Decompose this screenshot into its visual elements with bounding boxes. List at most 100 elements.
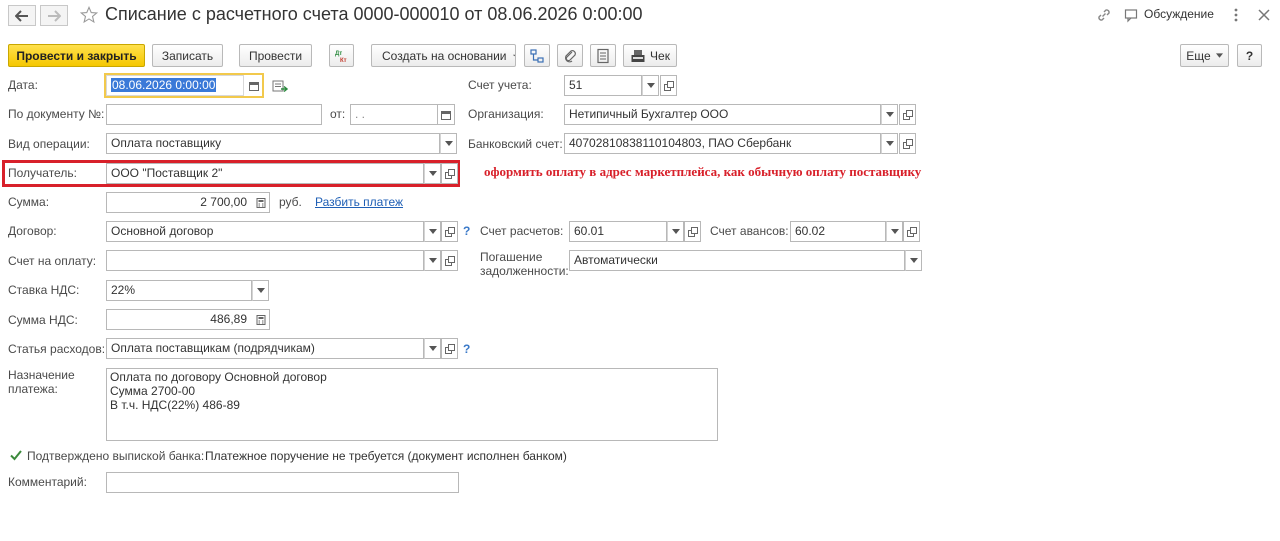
purpose-label-line2: платежа: — [8, 382, 58, 396]
contract-help-icon[interactable]: ? — [463, 224, 470, 238]
doc-from-field[interactable]: . . — [350, 104, 438, 125]
annotation-note: оформить оплату в адрес маркетплейса, ка… — [484, 164, 922, 179]
chevron-down-icon — [428, 229, 437, 234]
account-open-button[interactable] — [660, 75, 677, 96]
advance-account-dropdown[interactable] — [886, 221, 903, 242]
dt-kt-button[interactable]: Дт Кт — [329, 44, 354, 67]
attachments-button[interactable] — [557, 44, 583, 67]
doc-from-calendar-button[interactable] — [438, 104, 455, 125]
vat-amount-label: Сумма НДС: — [8, 313, 78, 327]
comment-field[interactable] — [106, 472, 459, 493]
star-icon[interactable] — [80, 6, 98, 24]
link-icon[interactable] — [1096, 7, 1112, 23]
recipient-label: Получатель: — [8, 166, 77, 180]
create-based-on-button[interactable]: Создать на основании — [371, 44, 516, 67]
expense-item-field[interactable]: Оплата поставщикам (подрядчикам) — [106, 338, 424, 359]
print-button[interactable] — [590, 44, 616, 67]
checkmark-icon[interactable] — [9, 448, 23, 462]
account-field[interactable]: 51 — [564, 75, 642, 96]
amount-field[interactable]: 2 700,00 — [106, 192, 270, 213]
settlement-account-open-button[interactable] — [684, 221, 701, 242]
calculator-button[interactable] — [252, 192, 269, 213]
bank-account-open-button[interactable] — [899, 133, 916, 154]
debt-repayment-label-line2: задолженности: — [480, 264, 569, 278]
structure-button[interactable] — [524, 44, 550, 67]
open-window-icon — [902, 138, 913, 149]
chevron-down-icon — [909, 258, 918, 263]
debt-repayment-dropdown[interactable] — [905, 250, 922, 271]
receipt-label: Чек — [650, 48, 670, 63]
chevron-down-icon — [512, 54, 515, 57]
doc-number-field[interactable] — [106, 104, 322, 125]
settlement-account-dropdown[interactable] — [667, 221, 684, 242]
bank-account-field[interactable]: 40702810838110104803, ПАО Сбербанк — [564, 133, 881, 154]
recipient-dropdown[interactable] — [424, 163, 441, 184]
organization-open-button[interactable] — [899, 104, 916, 125]
account-dropdown[interactable] — [642, 75, 659, 96]
operation-type-field[interactable]: Оплата поставщику — [106, 133, 440, 154]
amount-value: 2 700,00 — [200, 195, 247, 209]
calendar-icon — [248, 81, 259, 91]
document-arrow-icon[interactable] — [272, 80, 288, 94]
save-button[interactable]: Записать — [152, 44, 223, 67]
paperclip-icon — [564, 49, 576, 62]
doc-number-label: По документу №: — [8, 107, 105, 121]
chevron-down-icon — [444, 141, 453, 146]
expense-item-label: Статья расходов: — [8, 342, 106, 356]
discussion-icon[interactable] — [1124, 7, 1140, 23]
more-vertical-icon[interactable] — [1228, 7, 1244, 23]
close-icon[interactable] — [1256, 7, 1272, 23]
contract-open-button[interactable] — [441, 221, 458, 242]
operation-type-label: Вид операции: — [8, 137, 90, 151]
advance-account-field[interactable]: 60.02 — [790, 221, 886, 242]
invoice-field[interactable] — [106, 250, 424, 271]
calculator-button[interactable] — [252, 309, 269, 330]
chevron-down-icon — [256, 288, 265, 293]
bank-confirmed-label[interactable]: Подтверждено выпиской банка: — [27, 449, 204, 463]
forward-button[interactable] — [40, 5, 68, 26]
back-button[interactable] — [8, 5, 36, 26]
calendar-button[interactable] — [245, 75, 262, 96]
chevron-down-icon — [428, 171, 437, 176]
recipient-open-button[interactable] — [441, 163, 458, 184]
currency-label: руб. — [279, 195, 302, 209]
split-payment-link[interactable]: Разбить платеж — [315, 195, 403, 209]
help-button[interactable]: ? — [1237, 44, 1262, 67]
more-button[interactable]: Еще — [1180, 44, 1229, 67]
post-and-close-button[interactable]: Провести и закрыть — [8, 44, 145, 67]
recipient-field[interactable]: ООО "Поставщик 2" — [106, 163, 424, 184]
organization-field[interactable]: Нетипичный Бухгалтер ООО — [564, 104, 881, 125]
vat-rate-label: Ставка НДС: — [8, 283, 80, 297]
operation-type-dropdown[interactable] — [440, 133, 457, 154]
invoice-open-button[interactable] — [441, 250, 458, 271]
receipt-button[interactable]: Чек — [623, 44, 677, 67]
debt-repayment-field[interactable]: Автоматически — [569, 250, 905, 271]
organization-dropdown[interactable] — [881, 104, 898, 125]
open-window-icon — [906, 226, 917, 237]
doc-from-label: от: — [330, 107, 346, 121]
expense-item-dropdown[interactable] — [424, 338, 441, 359]
cash-register-icon — [631, 49, 645, 62]
advance-account-open-button[interactable] — [903, 221, 920, 242]
chevron-down-icon — [428, 346, 437, 351]
chevron-down-icon — [428, 258, 437, 263]
expense-item-help-icon[interactable]: ? — [463, 342, 470, 356]
bank-confirmed-status: Платежное поручение не требуется (докуме… — [205, 449, 567, 463]
discussion-link[interactable]: Обсуждение — [1144, 7, 1214, 21]
bank-account-dropdown[interactable] — [881, 133, 898, 154]
vat-rate-dropdown[interactable] — [252, 280, 269, 301]
vat-amount-field[interactable]: 486,89 — [106, 309, 270, 330]
post-button[interactable]: Провести — [239, 44, 312, 67]
chevron-down-icon — [646, 83, 655, 88]
purpose-textarea[interactable] — [106, 368, 718, 441]
open-window-icon — [902, 109, 913, 120]
contract-field[interactable]: Основной договор — [106, 221, 424, 242]
open-window-icon — [663, 80, 674, 91]
expense-item-open-button[interactable] — [441, 338, 458, 359]
create-based-on-label: Создать на основании — [382, 48, 507, 63]
invoice-dropdown[interactable] — [424, 250, 441, 271]
contract-dropdown[interactable] — [424, 221, 441, 242]
settlement-account-field[interactable]: 60.01 — [569, 221, 667, 242]
vat-rate-field[interactable]: 22% — [106, 280, 252, 301]
date-field[interactable]: 08.06.2026 0:00:00 — [106, 75, 244, 96]
